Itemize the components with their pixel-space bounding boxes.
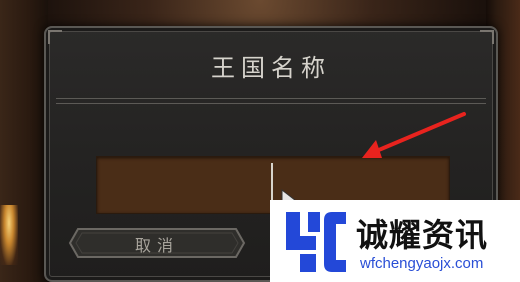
candle-glow xyxy=(0,205,18,265)
dialog-corner-ornament xyxy=(48,30,62,44)
watermark-overlay: 诚耀资讯 wfchengyaojx.com xyxy=(270,200,520,282)
dialog-corner-ornament xyxy=(480,30,494,44)
watermark-brand-name: 诚耀资讯 xyxy=(356,216,489,254)
red-arrow-annotation xyxy=(362,112,466,158)
cancel-button-label: 取消 xyxy=(134,236,179,255)
watermark-url: wfchengyaojx.com xyxy=(360,255,484,272)
dialog-title: 王国名称 xyxy=(211,54,331,82)
cancel-button[interactable]: 取消 xyxy=(68,226,246,260)
title-divider xyxy=(56,98,486,104)
watermark-logo-icon xyxy=(286,212,346,272)
